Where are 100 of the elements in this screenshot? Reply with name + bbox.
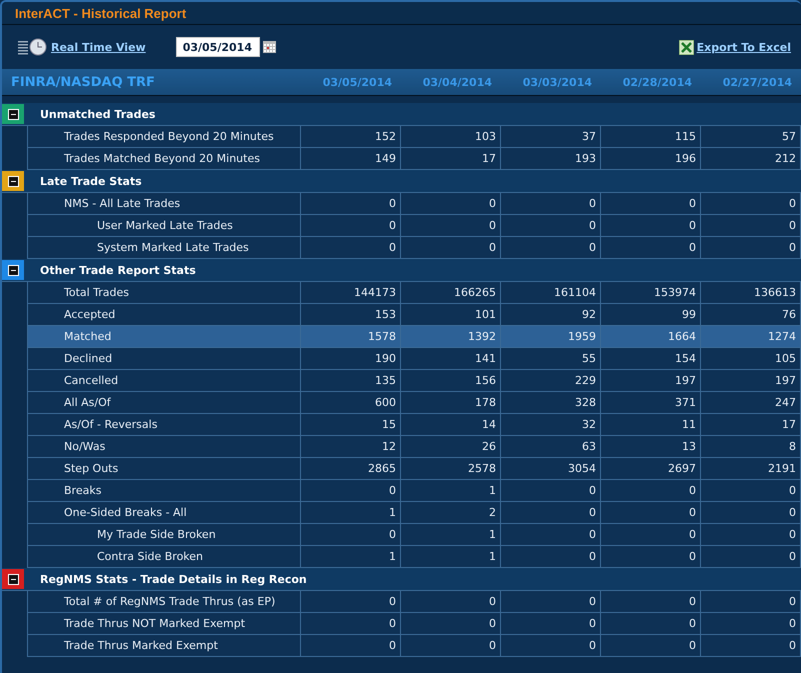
row-label: Step Outs	[28, 458, 301, 479]
table-cell: 136613	[701, 282, 801, 303]
column-header: 03/04/2014	[422, 76, 493, 88]
table-cell: 0	[701, 524, 801, 545]
table-cell: 0	[601, 613, 701, 634]
window-title: InterACT - Historical Report	[15, 6, 186, 20]
table-row[interactable]: All As/Of 600 178 328 371 247	[27, 392, 801, 414]
table-row[interactable]: Total # of RegNMS Trade Thrus (as EP) 0 0 0 0 0	[27, 591, 801, 613]
table-cell: 15	[301, 414, 401, 435]
export-to-excel-link[interactable]: Export To Excel	[696, 40, 791, 54]
table-cell: 0	[301, 215, 401, 236]
table-cell: 0	[401, 613, 501, 634]
table-row[interactable]: Trades Responded Beyond 20 Minutes 152 103 37 115 57	[27, 126, 801, 148]
table-title: FINRA/NASDAQ TRF	[10, 74, 156, 90]
table-row[interactable]: Contra Side Broken 1 1 0 0 0	[27, 546, 801, 568]
table-cell: 135	[301, 370, 401, 391]
table-row[interactable]: Accepted 153 101 92 99 76	[27, 304, 801, 326]
table-cell: 0	[501, 215, 601, 236]
table-cell: 154	[601, 348, 701, 369]
column-header: 03/05/2014	[322, 76, 393, 88]
clock-icon[interactable]	[18, 37, 48, 57]
table-cell: 212	[701, 148, 801, 169]
table-row[interactable]: Matched 1578 1392 1959 1664 1274	[27, 326, 801, 348]
collapse-toggle[interactable]	[2, 569, 24, 589]
table-row[interactable]: Breaks 0 1 0 0 0	[27, 480, 801, 502]
table-row[interactable]: Total Trades 144173 166265 161104 153974 136613	[27, 282, 801, 304]
table-cell: 153974	[601, 282, 701, 303]
table-cell: 115	[601, 126, 701, 147]
table-cell: 371	[601, 392, 701, 413]
table-row[interactable]: System Marked Late Trades 0 0 0 0 0	[27, 237, 801, 259]
table-cell: 161104	[501, 282, 601, 303]
section-title: RegNMS Stats - Trade Details in Reg Recon	[39, 572, 307, 586]
table-cell: 1	[301, 502, 401, 523]
table-row[interactable]: User Marked Late Trades 0 0 0 0 0	[27, 215, 801, 237]
table-cell: 101	[401, 304, 501, 325]
table-cell: 1392	[401, 326, 501, 347]
table-cell: 37	[501, 126, 601, 147]
table-cell: 197	[701, 370, 801, 391]
table-cell: 600	[301, 392, 401, 413]
table-cell: 0	[701, 480, 801, 501]
table-cell: 0	[301, 193, 401, 214]
table-cell: 99	[601, 304, 701, 325]
table-row[interactable]: Step Outs 2865 2578 3054 2697 2191	[27, 458, 801, 480]
row-label: Trades Responded Beyond 20 Minutes	[28, 126, 301, 147]
table-cell: 1664	[601, 326, 701, 347]
row-label: Total # of RegNMS Trade Thrus (as EP)	[28, 591, 301, 612]
collapse-toggle[interactable]	[2, 171, 24, 191]
row-label: Total Trades	[28, 282, 301, 303]
table-row[interactable]: Trades Matched Beyond 20 Minutes 149 17 193 196 212	[27, 148, 801, 170]
row-label: One-Sided Breaks - All	[28, 502, 301, 523]
table-cell: 14	[401, 414, 501, 435]
row-label: Cancelled	[28, 370, 301, 391]
row-label: System Marked Late Trades	[28, 237, 301, 258]
row-label: As/Of - Reversals	[28, 414, 301, 435]
table-cell: 0	[701, 613, 801, 634]
table-row[interactable]: No/Was 12 26 63 13 8	[27, 436, 801, 458]
table-cell: 0	[501, 480, 601, 501]
table-cell: 0	[501, 635, 601, 656]
row-label: All As/Of	[28, 392, 301, 413]
table-cell: 0	[701, 237, 801, 258]
table-row[interactable]: My Trade Side Broken 0 1 0 0 0	[27, 524, 801, 546]
table-row[interactable]: Declined 190 141 55 154 105	[27, 348, 801, 370]
table-row[interactable]: As/Of - Reversals 15 14 32 11 17	[27, 414, 801, 436]
table-row[interactable]: One-Sided Breaks - All 1 2 0 0 0	[27, 502, 801, 524]
table-cell: 0	[401, 193, 501, 214]
section-title: Late Trade Stats	[39, 174, 142, 188]
table-cell: 0	[701, 591, 801, 612]
table-cell: 0	[401, 237, 501, 258]
table-cell: 0	[401, 591, 501, 612]
table-cell: 0	[601, 546, 701, 567]
column-header: 03/03/2014	[522, 76, 593, 88]
table-cell: 17	[701, 414, 801, 435]
table-row[interactable]: Trade Thrus NOT Marked Exempt 0 0 0 0 0	[27, 613, 801, 635]
table-cell: 2865	[301, 458, 401, 479]
column-header: 02/27/2014	[722, 76, 793, 88]
table-cell: 12	[301, 436, 401, 457]
date-field[interactable]: 03/05/2014	[176, 37, 260, 57]
table-cell: 0	[701, 635, 801, 656]
table-cell: 247	[701, 392, 801, 413]
table-cell: 76	[701, 304, 801, 325]
row-label: Accepted	[28, 304, 301, 325]
table-cell: 156	[401, 370, 501, 391]
calendar-icon[interactable]	[262, 41, 276, 53]
table-cell: 0	[701, 215, 801, 236]
table-cell: 57	[701, 126, 801, 147]
table-row[interactable]: Cancelled 135 156 229 197 197	[27, 370, 801, 392]
table-cell: 1	[401, 524, 501, 545]
row-label: Trades Matched Beyond 20 Minutes	[28, 148, 301, 169]
table-cell: 55	[501, 348, 601, 369]
real-time-view-link[interactable]: Real Time View	[51, 40, 146, 54]
table-cell: 0	[601, 237, 701, 258]
collapse-toggle[interactable]	[2, 260, 24, 280]
collapse-toggle[interactable]	[2, 104, 24, 124]
table-cell: 153	[301, 304, 401, 325]
table-cell: 3054	[501, 458, 601, 479]
row-label: Declined	[28, 348, 301, 369]
spreadsheet-icon[interactable]	[678, 40, 694, 54]
table-row[interactable]: NMS - All Late Trades 0 0 0 0 0	[27, 193, 801, 215]
table-cell: 0	[601, 502, 701, 523]
table-row[interactable]: Trade Thrus Marked Exempt 0 0 0 0 0	[27, 635, 801, 657]
